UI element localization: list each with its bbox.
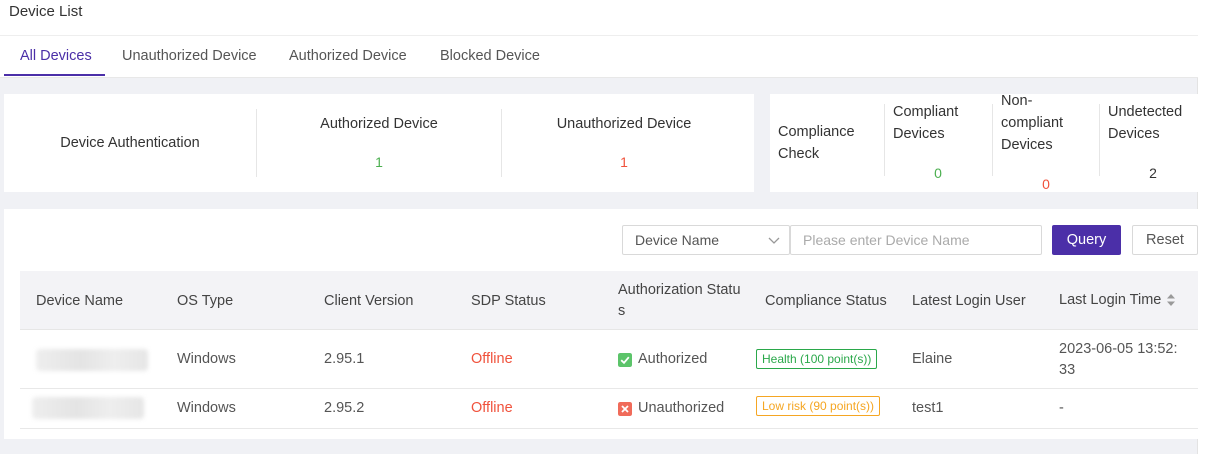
compliant-devices-label: Compliant Devices: [893, 101, 993, 145]
latest-login-user-cell: Elaine: [912, 351, 953, 367]
column-last-login-time[interactable]: Last Login Time: [1059, 290, 1161, 311]
authorized-device-count: 1: [375, 154, 383, 170]
device-list-page: Device List All Devices Unauthorized Dev…: [0, 0, 1198, 454]
unauthorized-device-count: 1: [620, 154, 628, 170]
page-title: Device List: [9, 3, 83, 20]
column-compliance-status: Compliance Status: [765, 293, 887, 309]
tab-blocked-device[interactable]: Blocked Device: [440, 48, 540, 64]
table-header: Device Name OS Type Client Version SDP S…: [20, 271, 1198, 330]
device-authentication-card: Device Authentication Authorized Device …: [4, 94, 754, 192]
search-field-select-value: Device Name: [635, 232, 720, 248]
column-authorization-status-line2: s: [618, 303, 626, 319]
latest-login-user-cell: test1: [912, 400, 944, 416]
non-compliant-devices-label: Non- compliant Devices: [1001, 90, 1091, 156]
compliance-status-badge: Low risk (90 point(s)): [756, 396, 881, 416]
device-name-redacted: [32, 397, 144, 419]
non-compliant-label-line3: Devices: [1001, 137, 1053, 153]
compliant-devices-label-line1: Compliant: [893, 104, 959, 120]
authorization-status-cell: Authorized: [638, 351, 708, 367]
non-compliant-label-line2: compliant: [1001, 115, 1064, 131]
sort-icon[interactable]: [1166, 293, 1176, 307]
tab-unauthorized-device[interactable]: Unauthorized Device: [122, 48, 257, 64]
client-version-cell: 2.95.1: [324, 351, 365, 367]
table-row[interactable]: Windows 2.95.1 Offline Authorized Health…: [20, 330, 1198, 389]
sdp-status-cell: Offline: [471, 351, 513, 367]
device-authentication-label: Device Authentication: [60, 135, 200, 151]
search-field-select[interactable]: Device Name: [622, 225, 790, 255]
sdp-status-cell: Offline: [471, 400, 513, 416]
undetected-label-line1: Undetected: [1108, 104, 1183, 120]
divider: [884, 104, 885, 176]
undetected-devices-label: Undetected Devices: [1108, 101, 1198, 145]
reset-button[interactable]: Reset: [1132, 225, 1198, 255]
chevron-down-icon: [768, 237, 780, 244]
table-row[interactable]: Windows 2.95.2 Offline Unauthorized Low …: [20, 389, 1198, 429]
x-shield-icon: [618, 402, 632, 416]
active-tab-indicator: [4, 74, 105, 76]
device-name-search-input[interactable]: [790, 225, 1042, 255]
column-client-version: Client Version: [324, 293, 414, 309]
unauthorized-device-label: Unauthorized Device: [556, 116, 692, 132]
os-type-cell: Windows: [177, 351, 236, 367]
tab-all-devices[interactable]: All Devices: [20, 48, 92, 64]
last-login-time-cell: -: [1059, 400, 1064, 416]
divider: [1099, 104, 1100, 176]
non-compliant-devices-count: 0: [1042, 176, 1050, 192]
column-device-name: Device Name: [36, 293, 124, 309]
column-sdp-status: SDP Status: [471, 293, 546, 309]
device-name-redacted: [36, 349, 148, 371]
device-table-panel: Device Name Query Reset Device Name OS T…: [4, 209, 1198, 439]
column-os-type: OS Type: [177, 293, 234, 309]
non-compliant-label-line1: Non-: [1001, 93, 1033, 109]
last-login-time-line1: 2023-06-05 13:52:: [1059, 341, 1178, 357]
client-version-cell: 2.95.2: [324, 400, 365, 416]
tab-authorized-device[interactable]: Authorized Device: [289, 48, 407, 64]
title-bar: Device List: [0, 0, 1198, 36]
compliance-check-label: Compliance Check: [778, 121, 872, 165]
compliance-check-card: Compliance Check Compliant Devices 0 Non…: [770, 93, 1198, 192]
column-latest-login-user: Latest Login User: [912, 293, 1026, 309]
authorized-device-label: Authorized Device: [320, 116, 438, 132]
last-login-time-line2: 33: [1059, 362, 1076, 378]
check-shield-icon: [618, 353, 632, 367]
column-authorization-status-line1: Authorization Statu: [618, 282, 741, 298]
os-type-cell: Windows: [177, 400, 236, 416]
compliance-check-label-line2: Check: [778, 146, 820, 162]
undetected-devices-count: 2: [1149, 165, 1157, 181]
compliant-devices-count: 0: [934, 165, 942, 181]
undetected-label-line2: Devices: [1108, 126, 1160, 142]
compliance-check-label-line1: Compliance: [778, 124, 855, 140]
compliance-status-badge: Health (100 point(s)): [756, 349, 878, 369]
last-login-time-cell: 2023-06-05 13:52: 33: [1059, 339, 1178, 381]
compliant-devices-label-line2: Devices: [893, 126, 945, 142]
column-authorization-status: Authorization Statu s: [618, 280, 741, 322]
query-button[interactable]: Query: [1052, 225, 1121, 255]
authorization-status-cell: Unauthorized: [638, 400, 725, 416]
device-tabs: All Devices Unauthorized Device Authoriz…: [0, 36, 1198, 78]
divider: [992, 104, 993, 176]
